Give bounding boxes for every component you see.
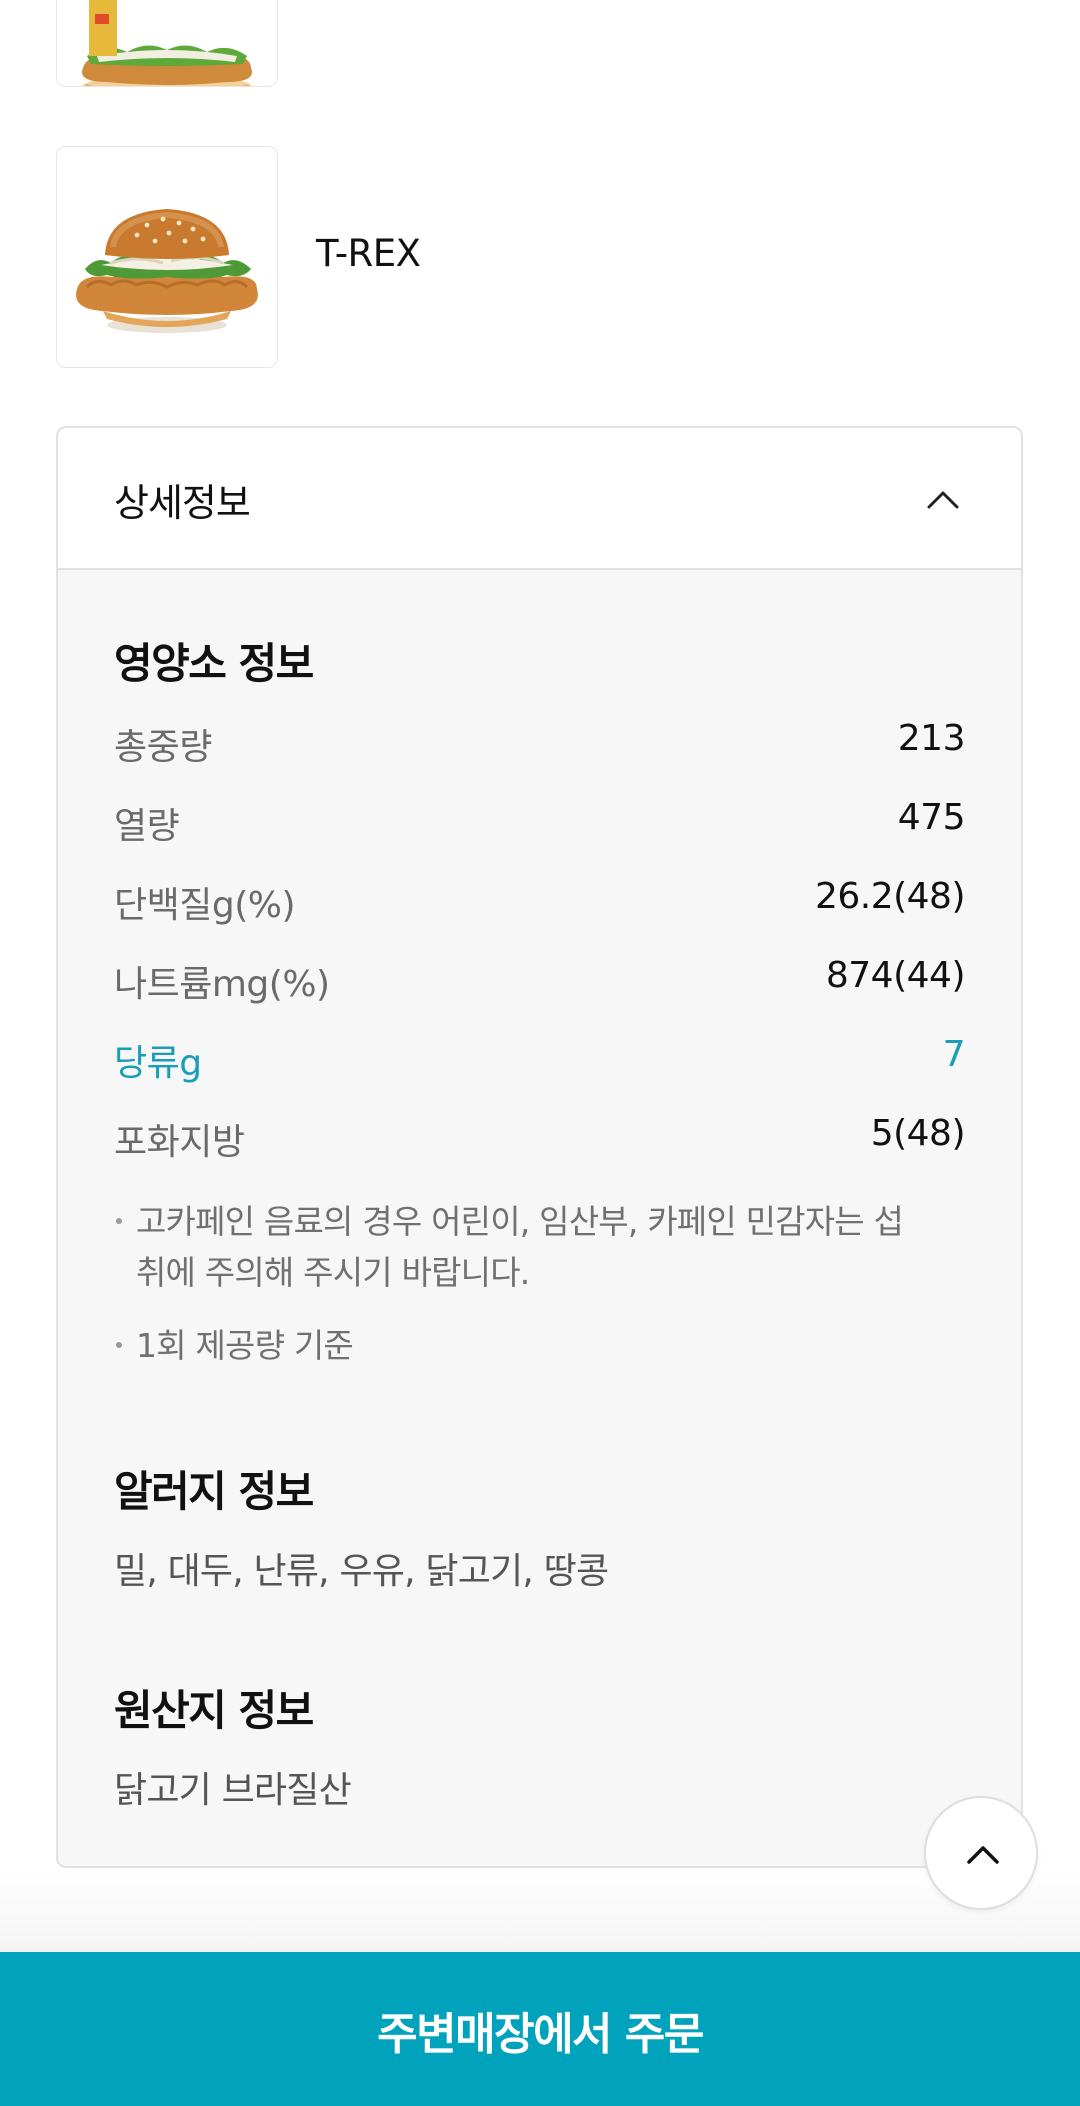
nutrition-row: 열량 475 bbox=[114, 797, 966, 847]
nutrition-row: 총중량 213 bbox=[114, 718, 966, 768]
product-thumbnail[interactable] bbox=[56, 146, 278, 368]
nutrition-value: 5(48) bbox=[870, 1113, 966, 1154]
nutrition-label: 단백질g(%) bbox=[114, 885, 296, 926]
nutrition-label: 나트륨mg(%) bbox=[114, 964, 330, 1005]
burger-image bbox=[76, 209, 258, 333]
nutrition-note: 1회 제공량 기준 bbox=[114, 1320, 921, 1371]
bullet-dot bbox=[116, 1218, 122, 1224]
nutrition-label: 열량 bbox=[114, 806, 180, 847]
chevron-up-icon bbox=[967, 1846, 999, 1864]
detail-info-title: 상세정보 bbox=[114, 481, 251, 525]
nutrition-value: 26.2(48) bbox=[814, 876, 966, 917]
nutrition-label: 총중량 bbox=[114, 727, 212, 768]
nutrition-row-highlighted: 당류g 7 bbox=[114, 1034, 966, 1084]
bottom-fade bbox=[0, 1868, 1080, 1952]
nutrition-value: 874(44) bbox=[825, 955, 966, 996]
nutrition-section-title: 영양소 정보 bbox=[114, 639, 314, 688]
order-nearby-store-button[interactable]: 주변매장에서 주문 bbox=[0, 1952, 1080, 2106]
nutrition-row: 나트륨mg(%) 874(44) bbox=[114, 955, 966, 1005]
chevron-up-icon[interactable] bbox=[923, 480, 963, 520]
product-name[interactable]: T-REX bbox=[316, 232, 421, 275]
nutrition-row: 단백질g(%) 26.2(48) bbox=[114, 876, 966, 926]
nutrition-note: 고카페인 음료의 경우 어린이, 임산부, 카페인 민감자는 섭취에 주의해 주… bbox=[114, 1196, 921, 1298]
product-thumbnail-previous[interactable] bbox=[56, 0, 278, 87]
order-button-label: 주변매장에서 주문 bbox=[377, 2009, 704, 2060]
nutrition-value: 7 bbox=[942, 1034, 966, 1075]
origin-text: 닭고기 브라질산 bbox=[114, 1770, 352, 1811]
nutrition-note-text: 고카페인 음료의 경우 어린이, 임산부, 카페인 민감자는 섭취에 주의해 주… bbox=[136, 1202, 904, 1292]
detail-info-header[interactable]: 상세정보 bbox=[58, 428, 1021, 570]
scroll-to-top-button[interactable] bbox=[924, 1796, 1038, 1910]
nutrition-label: 당류g bbox=[114, 1043, 202, 1084]
burger-image bbox=[81, 0, 253, 86]
nutrition-value: 213 bbox=[897, 718, 966, 759]
nutrition-note-text: 1회 제공량 기준 bbox=[136, 1326, 354, 1365]
bullet-dot bbox=[116, 1342, 122, 1348]
nutrition-row: 포화지방 5(48) bbox=[114, 1113, 966, 1163]
origin-section-title: 원산지 정보 bbox=[114, 1686, 314, 1735]
allergy-section-title: 알러지 정보 bbox=[114, 1467, 314, 1516]
nutrition-value: 475 bbox=[897, 797, 966, 838]
nutrition-label: 포화지방 bbox=[114, 1122, 245, 1163]
detail-info-panel: 상세정보 영양소 정보 총중량 213 열량 475 단백질g(%) 26.2(… bbox=[56, 426, 1023, 1868]
allergy-text: 밀, 대두, 난류, 우유, 닭고기, 땅콩 bbox=[114, 1551, 609, 1592]
